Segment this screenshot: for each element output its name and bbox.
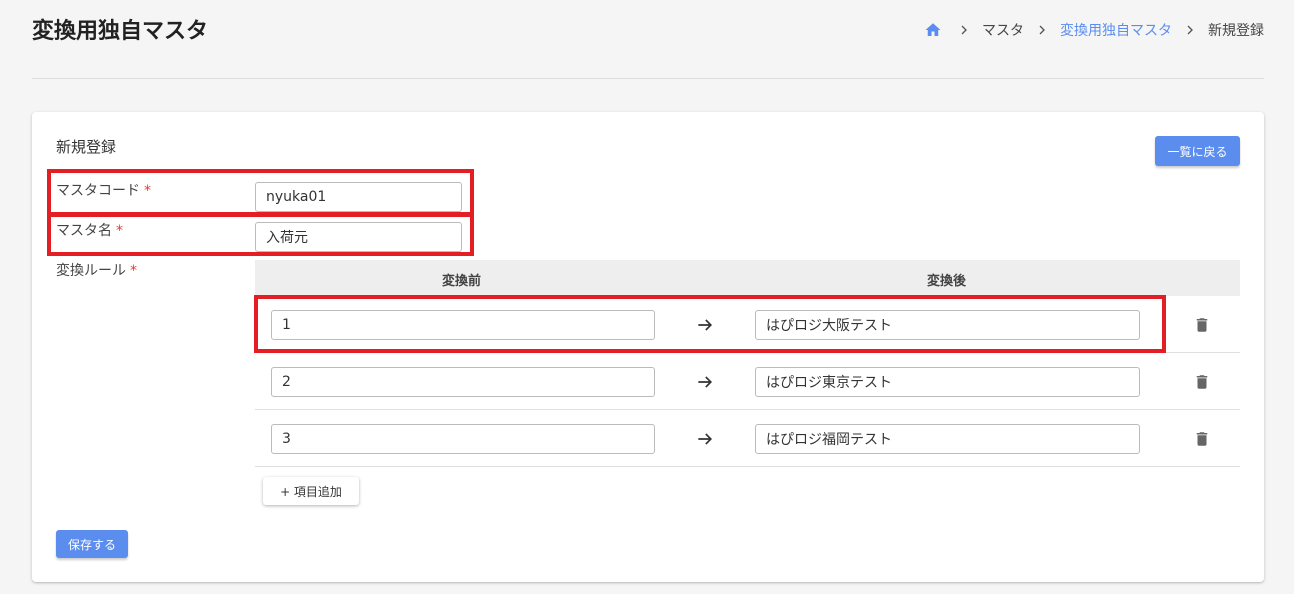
- breadcrumb-item-conversion-master[interactable]: 変換用独自マスタ: [1060, 20, 1172, 40]
- breadcrumb-item-master[interactable]: マスタ: [982, 20, 1024, 40]
- rules-label: 変換ルール *: [56, 260, 137, 280]
- after-input[interactable]: [755, 310, 1140, 340]
- rules-table: 変換前 変換後: [255, 260, 1240, 467]
- before-input[interactable]: [271, 367, 655, 397]
- breadcrumb: マスタ 変換用独自マスタ 新規登録: [924, 18, 1264, 42]
- table-row: [255, 410, 1240, 467]
- arrow-right-icon: [695, 429, 715, 449]
- column-header-before: 変換前: [442, 274, 482, 289]
- breadcrumb-item-new: 新規登録: [1208, 23, 1264, 39]
- master-code-input[interactable]: [255, 182, 462, 212]
- save-button[interactable]: 保存する: [56, 530, 128, 558]
- page-title: 変換用独自マスタ: [32, 19, 209, 44]
- required-mark: *: [116, 223, 123, 239]
- form-card: 新規登録 一覧に戻る マスタコード* マスタ名* 変換ルール* 変換前 変換後: [32, 112, 1264, 582]
- chevron-right-icon: [1182, 22, 1198, 38]
- trash-icon[interactable]: [1193, 316, 1211, 334]
- rules-label-text: 変換ルール: [56, 263, 126, 279]
- arrow-right-icon: [695, 315, 715, 335]
- home-icon[interactable]: [924, 21, 942, 39]
- master-code-label-text: マスタコード: [56, 183, 140, 199]
- master-name-input[interactable]: [255, 222, 462, 252]
- rules-table-header: 変換前 変換後: [255, 260, 1240, 296]
- trash-icon[interactable]: [1193, 430, 1211, 448]
- required-mark: *: [144, 183, 151, 199]
- back-to-list-button[interactable]: 一覧に戻る: [1155, 136, 1240, 166]
- trash-icon[interactable]: [1193, 373, 1211, 391]
- master-code-label: マスタコード *: [56, 180, 151, 200]
- table-row: [255, 353, 1240, 410]
- master-name-label-text: マスタ名: [56, 223, 112, 239]
- after-input[interactable]: [755, 367, 1140, 397]
- master-name-label: マスタ名 *: [56, 220, 123, 240]
- add-item-button[interactable]: + 項目追加: [263, 477, 359, 505]
- header-divider: [32, 78, 1264, 79]
- before-input[interactable]: [271, 310, 655, 340]
- arrow-right-icon: [695, 372, 715, 392]
- after-input[interactable]: [755, 424, 1140, 454]
- card-title: 新規登録: [56, 138, 117, 156]
- required-mark: *: [130, 263, 137, 279]
- table-row: [255, 296, 1240, 353]
- column-header-after: 変換後: [927, 274, 967, 289]
- chevron-right-icon: [956, 22, 972, 38]
- chevron-right-icon: [1034, 22, 1050, 38]
- before-input[interactable]: [271, 424, 655, 454]
